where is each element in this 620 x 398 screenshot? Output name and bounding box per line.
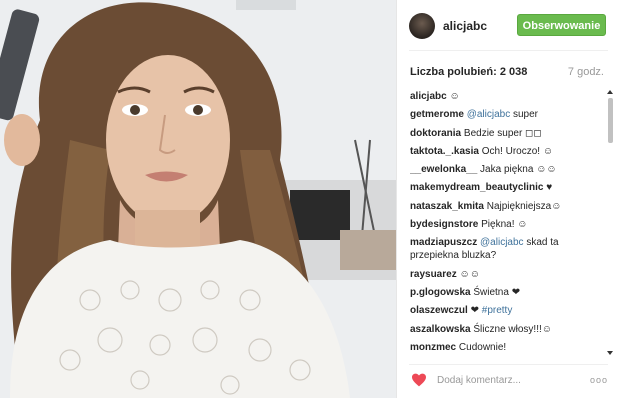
comment-item: makemydream_beautyclinic ♥ [410,181,600,194]
comment-username[interactable]: makemydream_beautyclinic [410,182,543,193]
comment-text: ☺ [449,91,460,102]
comments-scrollbar[interactable] [607,90,614,355]
comment-text: Och! Uroczo! ☺ [481,145,554,157]
comment-text: Bedzie super ◻◻ [463,127,542,139]
comment-text: ♥ [546,182,553,194]
username[interactable]: alicjabc [443,19,487,33]
comment-item: p.glogowska Świetna ❤ [410,286,600,299]
comment-username[interactable]: raysuarez [410,269,457,280]
divider [409,364,608,365]
comment-text: super [512,109,538,121]
comment-text: Świetna ❤ [473,286,521,298]
comment-username[interactable]: taktota._.kasia [410,146,479,157]
comment-mention[interactable]: @alicjabc [480,237,524,248]
comment-item: getmerome @alicjabc super [410,108,600,121]
comment-text: Jaka piękna ☺☺ [480,164,557,176]
comment-username[interactable]: monzmec [410,342,456,353]
comment-username[interactable]: __ewelonka__ [410,164,477,175]
comment-username[interactable]: nataszak_kmita [410,201,484,212]
comment-item: olaszewczul ❤ #pretty [410,304,600,317]
post-photo[interactable] [0,0,396,398]
comment-mention[interactable]: @alicjabc [467,109,511,120]
comment-item: monzmec Cudownie! [410,341,600,354]
comment-hashtag[interactable]: #pretty [482,305,513,316]
scroll-thumb[interactable] [608,98,613,143]
comment-username[interactable]: madziapuszcz [410,237,477,248]
comment-item: madziapuszcz @alicjabc skad ta przepiekn… [410,236,600,262]
comment-text: Cudownie! [458,341,507,353]
comment-text: Śliczne włosy!!!☺ [473,323,552,335]
post-time[interactable]: 7 godz. [568,66,604,78]
comments-list: alicjabc ☺ getmerome @alicjabc super dokto… [410,90,600,358]
comment-item: raysuarez ☺☺ [410,268,600,281]
comment-username[interactable]: doktorania [410,128,461,139]
post-header: alicjabc Obserwowanie [397,0,620,50]
scroll-down-icon[interactable] [607,351,613,355]
comment-text: Najpiękniejsza☺ [486,200,562,212]
comment-item: nataszak_kmita Najpiękniejsza☺ [410,200,600,213]
comment-item: doktorania Bedzie super ◻◻ [410,127,600,140]
avatar[interactable] [409,13,435,39]
comment-username[interactable]: p.glogowska [410,287,471,298]
comment-text: ☺☺ [459,268,480,280]
post-sidebar: alicjabc Obserwowanie Liczba polubień: 2… [396,0,620,398]
divider [409,50,608,51]
scroll-up-icon[interactable] [607,90,613,94]
more-options-button[interactable]: ooo [590,375,608,385]
comment-text: Piękna! ☺ [481,219,528,231]
comment-username[interactable]: olaszewczul [410,305,468,316]
follow-button[interactable]: Obserwowanie [517,14,606,36]
comment-text: ❤ [470,305,479,317]
comment-item: alicjabc ☺ [410,90,600,103]
comment-username[interactable]: bydesignstore [410,219,478,230]
comment-username[interactable]: alicjabc [410,91,447,102]
comment-item: taktota._.kasia Och! Uroczo! ☺ [410,145,600,158]
comment-item: bydesignstore Piękna! ☺ [410,218,600,231]
comment-item: aszalkowska Śliczne włosy!!!☺ [410,323,600,336]
comment-username[interactable]: getmerome [410,109,464,120]
likes-count[interactable]: Liczba polubień: 2 038 [410,66,527,78]
add-comment-input[interactable]: Dodaj komentarz... [437,375,521,386]
comment-item: __ewelonka__ Jaka piękna ☺☺ [410,163,600,176]
portrait-image [0,0,396,398]
comment-username[interactable]: aszalkowska [410,324,471,335]
heart-icon[interactable] [411,373,427,387]
